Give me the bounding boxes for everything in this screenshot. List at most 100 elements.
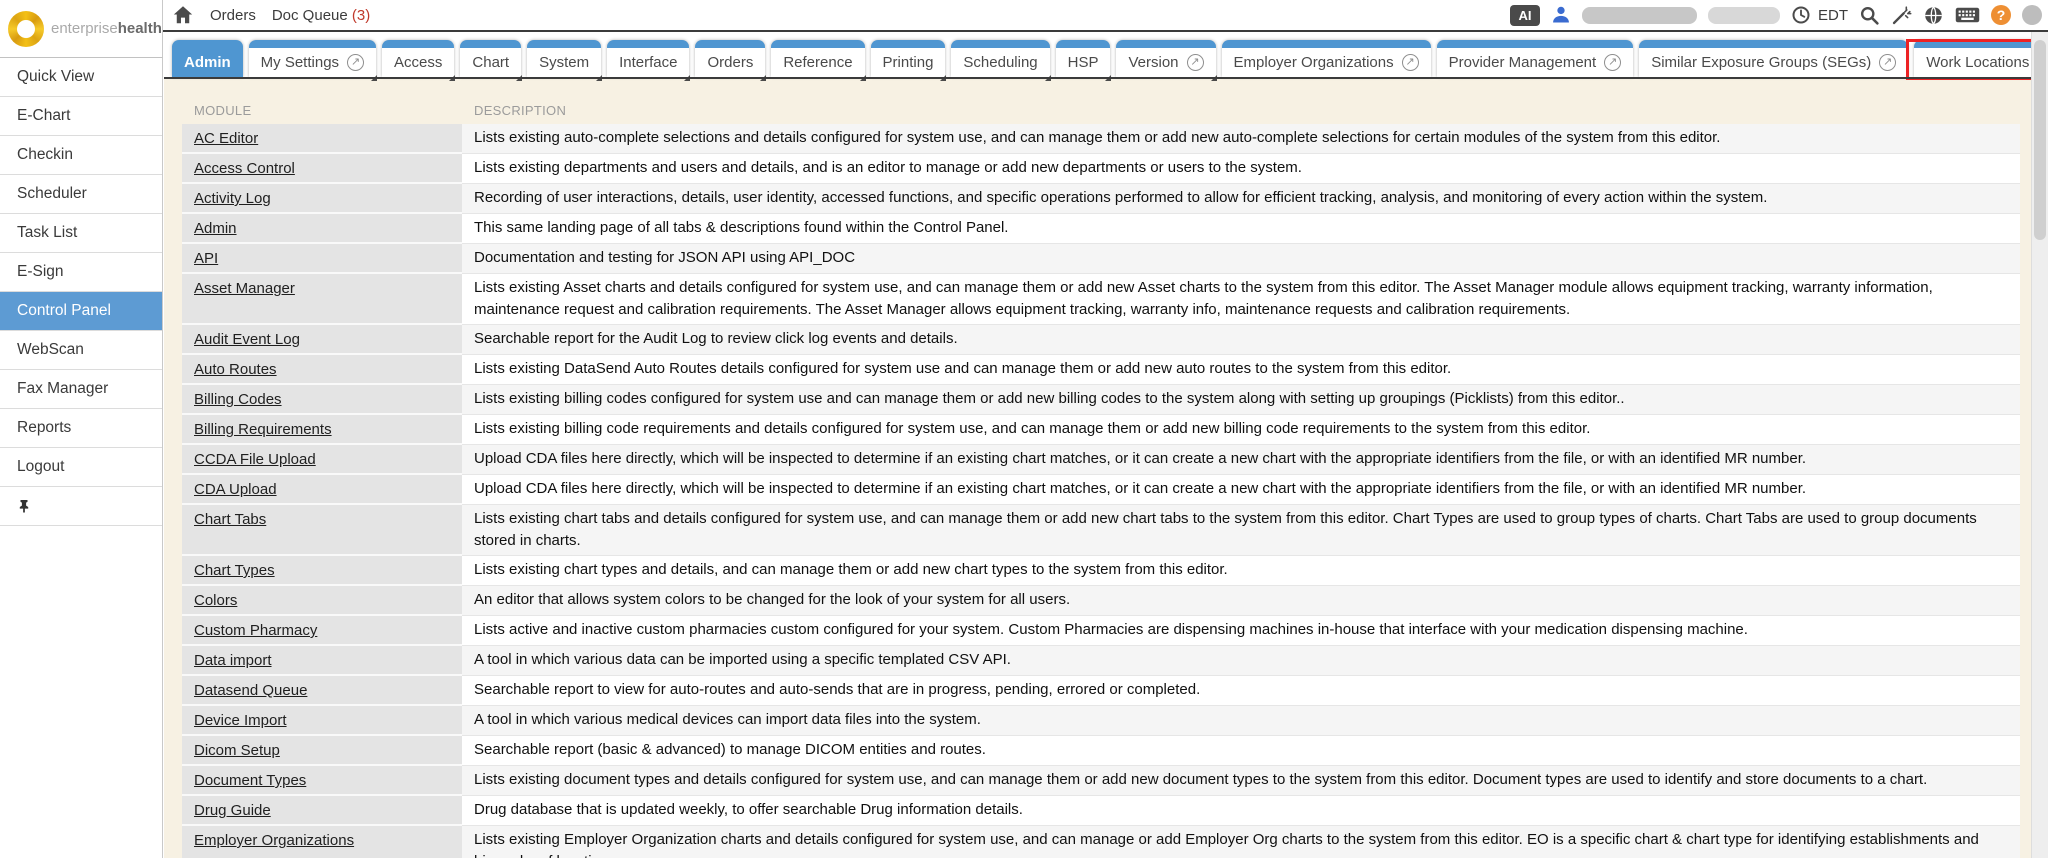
module-link[interactable]: AC Editor [194, 130, 258, 147]
table-row-billing-codes: Billing Codes Lists existing billing cod… [182, 385, 2020, 415]
table-row-audit-event-log: Audit Event Log Searchable report for th… [182, 325, 2020, 355]
sidebar-item-control-panel[interactable]: Control Panel [0, 292, 162, 331]
table-row-activity-log: Activity Log Recording of user interacti… [182, 184, 2020, 214]
module-link[interactable]: Activity Log [194, 190, 271, 207]
module-description: Lists existing billing code requirements… [462, 415, 2020, 445]
module-link[interactable]: Billing Requirements [194, 421, 332, 438]
external-link-icon [1402, 54, 1419, 71]
module-link[interactable]: Device Import [194, 712, 287, 729]
table-row-api: API Documentation and testing for JSON A… [182, 244, 2020, 274]
top-icon-toolbar: AI EDT ? [1510, 0, 2042, 30]
external-link-icon [1604, 54, 1621, 71]
table-row-data-import: Data import A tool in which various data… [182, 646, 2020, 676]
module-description: This same landing page of all tabs & des… [462, 214, 2020, 244]
module-description: Lists existing Asset charts and details … [462, 274, 2020, 325]
content-area: MODULE DESCRIPTION AC Editor Lists exist… [164, 79, 2048, 858]
sidebar-item-task-list[interactable]: Task List [0, 214, 162, 253]
module-link[interactable]: Dicom Setup [194, 742, 280, 759]
sidebar-item-scheduler[interactable]: Scheduler [0, 175, 162, 214]
module-link[interactable]: Document Types [194, 772, 306, 789]
pin-sidebar-button[interactable] [0, 487, 162, 526]
module-description: Lists existing departments and users and… [462, 154, 2020, 184]
module-description: Lists existing chart types and details, … [462, 556, 2020, 586]
module-link[interactable]: Admin [194, 220, 237, 237]
module-link[interactable]: Data import [194, 652, 272, 669]
module-description: Lists existing DataSend Auto Routes deta… [462, 355, 2020, 385]
tab-version[interactable]: Version [1116, 40, 1215, 77]
module-link[interactable]: Custom Pharmacy [194, 622, 317, 639]
module-link[interactable]: Auto Routes [194, 361, 277, 378]
sidebar-item-webscan[interactable]: WebScan [0, 331, 162, 370]
tab-work-locations[interactable]: Work Locations [1914, 40, 2048, 77]
module-link[interactable]: Datasend Queue [194, 682, 307, 699]
module-link[interactable]: Audit Event Log [194, 331, 300, 348]
sidebar-item-quick-view[interactable]: Quick View [0, 58, 162, 97]
tab-employer-organizations[interactable]: Employer Organizations [1222, 40, 1431, 77]
module-link[interactable]: CDA Upload [194, 481, 277, 498]
wand-icon[interactable] [1891, 5, 1912, 26]
table-row-employer-organizations: Employer Organizations Lists existing Em… [182, 826, 2020, 858]
tab-reference[interactable]: Reference [771, 40, 864, 77]
table-row-chart-types: Chart Types Lists existing chart types a… [182, 556, 2020, 586]
module-link[interactable]: Employer Organizations [194, 832, 354, 849]
table-row-dicom-setup: Dicom Setup Searchable report (basic & a… [182, 736, 2020, 766]
tab-scheduling[interactable]: Scheduling [951, 40, 1049, 77]
module-link[interactable]: Chart Types [194, 562, 275, 579]
sidebar-item-fax-manager[interactable]: Fax Manager [0, 370, 162, 409]
sidebar-item-reports[interactable]: Reports [0, 409, 162, 448]
breadcrumb-doc-queue[interactable]: Doc Queue (3) [272, 7, 370, 24]
scrollbar-thumb[interactable] [2034, 40, 2046, 240]
home-icon[interactable] [172, 4, 194, 26]
module-link[interactable]: Colors [194, 592, 237, 609]
globe-icon[interactable] [1923, 5, 1944, 26]
module-description: Upload CDA files here directly, which wi… [462, 475, 2020, 505]
sidebar-item-e-chart[interactable]: E-Chart [0, 97, 162, 136]
table-row-ac-editor: AC Editor Lists existing auto-complete s… [182, 124, 2020, 154]
module-description: Lists existing document types and detail… [462, 766, 2020, 796]
module-link[interactable]: CCDA File Upload [194, 451, 316, 468]
tab-orders[interactable]: Orders [695, 40, 765, 77]
tab-baseline [164, 77, 2048, 79]
module-column-header: MODULE [182, 103, 462, 118]
module-description: A tool in which various medical devices … [462, 706, 2020, 736]
module-link[interactable]: API [194, 250, 218, 267]
ai-badge[interactable]: AI [1510, 5, 1540, 26]
app-window: Orders Doc Queue (3) AI EDT ? enterprise… [0, 0, 2048, 858]
module-description: Lists existing auto-complete selections … [462, 124, 2020, 154]
sidebar-item-checkin[interactable]: Checkin [0, 136, 162, 175]
tab-similar-exposure-groups-segs[interactable]: Similar Exposure Groups (SEGs) [1639, 40, 1908, 77]
module-description: Recording of user interactions, details,… [462, 184, 2020, 214]
table-row-access-control: Access Control Lists existing department… [182, 154, 2020, 184]
module-link[interactable]: Chart Tabs [194, 511, 266, 528]
sidebar-item-logout[interactable]: Logout [0, 448, 162, 487]
avatar[interactable] [2022, 5, 2042, 25]
tab-hsp[interactable]: HSP [1056, 40, 1111, 77]
module-link[interactable]: Drug Guide [194, 802, 271, 819]
breadcrumb-orders[interactable]: Orders [210, 7, 256, 24]
tab-interface[interactable]: Interface [607, 40, 689, 77]
module-description: Lists existing chart tabs and details co… [462, 505, 2020, 556]
tab-chart[interactable]: Chart [460, 40, 521, 77]
keyboard-icon[interactable] [1955, 7, 1980, 23]
search-icon[interactable] [1859, 5, 1880, 26]
module-description: Lists active and inactive custom pharmac… [462, 616, 2020, 646]
module-description: A tool in which various data can be impo… [462, 646, 2020, 676]
user-icon[interactable] [1551, 5, 1571, 25]
table-row-admin: Admin This same landing page of all tabs… [182, 214, 2020, 244]
tab-admin[interactable]: Admin [172, 40, 243, 77]
top-bar-divider [163, 30, 2048, 32]
module-link[interactable]: Access Control [194, 160, 295, 177]
table-row-cda-upload: CDA Upload Upload CDA files here directl… [182, 475, 2020, 505]
help-icon[interactable]: ? [1991, 5, 2011, 25]
module-link[interactable]: Asset Manager [194, 280, 295, 297]
module-link[interactable]: Billing Codes [194, 391, 282, 408]
tab-printing[interactable]: Printing [871, 40, 946, 77]
sidebar-item-e-sign[interactable]: E-Sign [0, 253, 162, 292]
clock-icon[interactable] [1791, 5, 1811, 25]
tab-my-settings[interactable]: My Settings [249, 40, 376, 77]
scrollbar[interactable] [2031, 32, 2048, 858]
module-description: Searchable report (basic & advanced) to … [462, 736, 2020, 766]
tab-provider-management[interactable]: Provider Management [1437, 40, 1634, 77]
tab-access[interactable]: Access [382, 40, 454, 77]
tab-system[interactable]: System [527, 40, 601, 77]
